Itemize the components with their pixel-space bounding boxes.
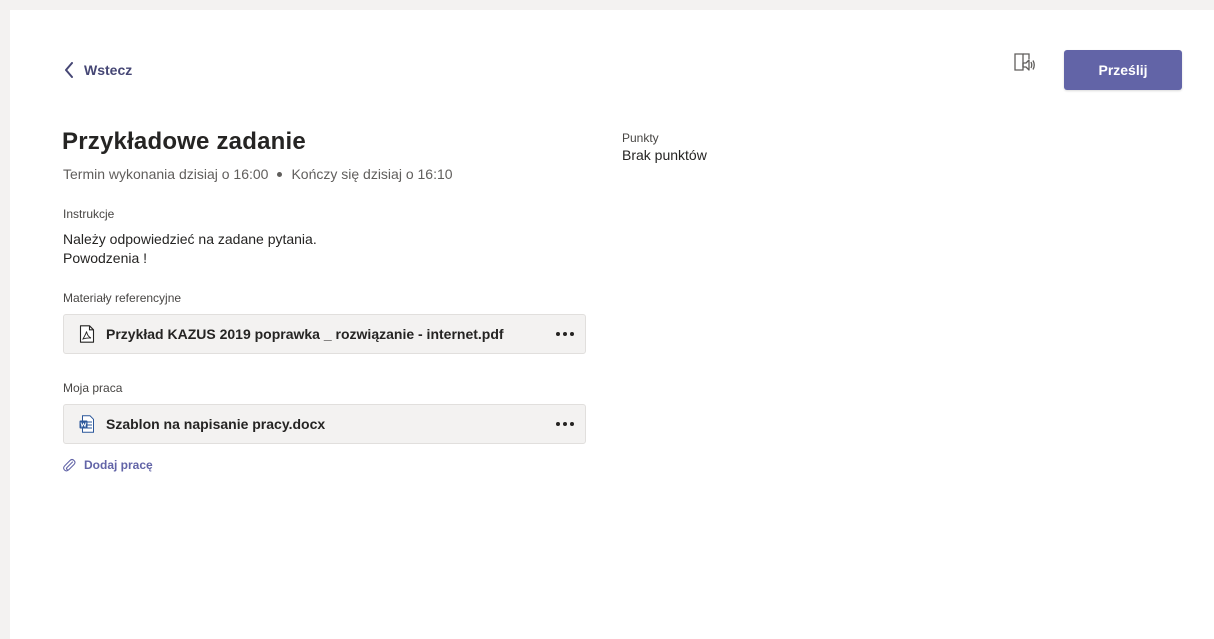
- due-info: Termin wykonania dzisiaj o 16:00 Kończy …: [63, 166, 453, 182]
- my-work-label: Moja praca: [63, 381, 123, 395]
- submit-button[interactable]: Prześlij: [1064, 50, 1182, 90]
- instructions-line-2: Powodzenia !: [63, 250, 148, 266]
- my-work-file-more-button[interactable]: [545, 405, 585, 443]
- my-work-file-name: Szablon na napisanie pracy.docx: [106, 416, 326, 432]
- add-work-label: Dodaj pracę: [84, 458, 153, 472]
- instructions-text: Należy odpowiedzieć na zadane pytania. P…: [63, 230, 317, 268]
- due-date-text: Termin wykonania dzisiaj o 16:00: [63, 166, 269, 182]
- instructions-label: Instrukcje: [63, 207, 115, 221]
- add-work-link[interactable]: Dodaj pracę: [62, 457, 153, 473]
- points-label: Punkty: [622, 131, 659, 145]
- reference-file-more-button[interactable]: [545, 315, 585, 353]
- more-options-icon: [556, 332, 574, 336]
- assignment-page: Wstecz Prześlij Przykładowe zadanie Term…: [10, 10, 1214, 639]
- reference-file-name: Przykład KAZUS 2019 poprawka _ rozwiązan…: [106, 326, 504, 342]
- separator-dot: [277, 171, 283, 177]
- pdf-file-icon: [78, 325, 96, 343]
- reference-materials-label: Materiały referencyjne: [63, 291, 182, 305]
- more-options-icon: [556, 422, 574, 426]
- word-file-icon: [78, 415, 96, 433]
- back-label: Wstecz: [84, 62, 133, 78]
- back-link[interactable]: Wstecz: [64, 62, 132, 78]
- my-work-file-card[interactable]: Szablon na napisanie pracy.docx: [63, 404, 586, 444]
- points-value: Brak punktów: [622, 147, 707, 163]
- immersive-reader-icon: [1014, 53, 1035, 71]
- assignment-title: Przykładowe zadanie: [62, 128, 306, 155]
- close-date-text: Kończy się dzisiaj o 16:10: [291, 166, 453, 182]
- instructions-line-1: Należy odpowiedzieć na zadane pytania.: [63, 231, 317, 247]
- reference-file-card[interactable]: Przykład KAZUS 2019 poprawka _ rozwiązan…: [63, 314, 586, 354]
- immersive-reader-button[interactable]: [1012, 50, 1036, 74]
- paperclip-icon: [63, 458, 76, 472]
- chevron-left-icon: [65, 62, 73, 78]
